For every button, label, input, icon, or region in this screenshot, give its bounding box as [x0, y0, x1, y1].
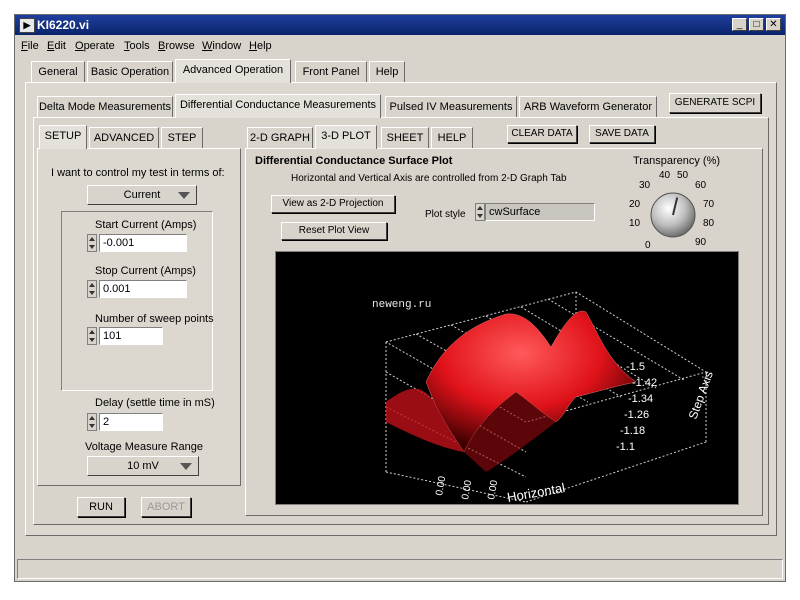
voltage-range-value: 10 mV — [127, 460, 159, 472]
control-prompt-label: I want to control my test in terms of: — [51, 167, 225, 179]
transparency-label: Transparency (%) — [633, 155, 721, 167]
main-window: ▶ KI6220.vi _ □ ✕ File Edit Operate Tool… — [14, 14, 786, 582]
chevron-down-icon — [178, 192, 190, 199]
title-bar[interactable]: ▶ KI6220.vi _ □ ✕ — [15, 15, 785, 35]
tab-3d-plot[interactable]: 3-D PLOT — [315, 125, 377, 149]
tab-arb-waveform[interactable]: ARB Waveform Generator — [519, 96, 657, 118]
plot-title: Differential Conductance Surface Plot — [255, 155, 453, 167]
window-title: KI6220.vi — [37, 18, 90, 32]
tab-delta-mode[interactable]: Delta Mode Measurements — [37, 96, 173, 118]
control-mode-select[interactable]: Current — [87, 185, 197, 205]
generate-scpi-button[interactable]: GENERATE SCPI — [669, 93, 761, 113]
delay-spinner[interactable] — [87, 413, 97, 431]
menu-bar: File Edit Operate Tools Browse Window He… — [15, 36, 785, 56]
knob-tick: 70 — [703, 199, 715, 210]
step-axis-tick: -1.18 — [620, 425, 645, 437]
knob-tick: 50 — [677, 170, 689, 181]
tab-pulsed-iv[interactable]: Pulsed IV Measurements — [385, 96, 517, 118]
sweep-points-label: Number of sweep points — [95, 313, 214, 325]
tab-advanced[interactable]: ADVANCED — [89, 127, 159, 149]
surface-plot-svg: neweng.ru -1.5 -1.42 -1.34 -1.26 -1.18 -… — [372, 291, 716, 505]
step-axis-title: Step Axis — [686, 369, 716, 421]
tab-help[interactable]: Help — [369, 61, 405, 83]
plot-style-spinner[interactable] — [475, 203, 485, 221]
menu-browse[interactable]: Browse — [158, 40, 195, 52]
save-data-button[interactable]: SAVE DATA — [589, 125, 655, 143]
tab-front-panel[interactable]: Front Panel — [295, 61, 367, 83]
tab-sheet[interactable]: SHEET — [381, 127, 429, 149]
abort-button[interactable]: ABORT — [141, 497, 191, 517]
surface-plot[interactable]: neweng.ru -1.5 -1.42 -1.34 -1.26 -1.18 -… — [275, 251, 739, 505]
step-axis-tick: -1.1 — [616, 441, 635, 453]
knob-tick: 20 — [629, 199, 641, 210]
tab-advanced-operation[interactable]: Advanced Operation — [175, 59, 291, 83]
voltage-range-select[interactable]: 10 mV — [87, 456, 199, 476]
start-current-spinner[interactable] — [87, 234, 97, 252]
knob-tick: 40 — [659, 170, 671, 181]
step-axis-tick: -1.5 — [626, 361, 645, 373]
delay-label: Delay (settle time in mS) — [95, 397, 215, 409]
menu-file[interactable]: File — [21, 40, 39, 52]
view-2d-projection-button[interactable]: View as 2-D Projection — [271, 195, 395, 213]
status-bar — [17, 559, 783, 579]
step-axis-tick: -1.26 — [624, 409, 649, 421]
start-current-label: Start Current (Amps) — [95, 219, 197, 231]
stop-current-field[interactable]: 0.001 — [99, 280, 187, 298]
tab-step[interactable]: STEP — [161, 127, 203, 149]
menu-operate[interactable]: Operate — [75, 40, 115, 52]
menu-tools[interactable]: Tools — [124, 40, 150, 52]
stop-current-spinner[interactable] — [87, 280, 97, 298]
menu-help[interactable]: Help — [249, 40, 272, 52]
maximize-button[interactable]: □ — [749, 18, 764, 31]
tab-general[interactable]: General — [31, 61, 85, 83]
plot-style-field[interactable]: cwSurface — [485, 203, 595, 221]
knob-tick: 80 — [703, 218, 715, 229]
voltage-range-label: Voltage Measure Range — [85, 441, 204, 453]
menu-edit[interactable]: Edit — [47, 40, 66, 52]
start-current-field[interactable]: -0.001 — [99, 234, 187, 252]
stop-current-label: Stop Current (Amps) — [95, 265, 196, 277]
sweep-points-spinner[interactable] — [87, 327, 97, 345]
knob-tick: 10 — [629, 218, 641, 229]
clear-data-button[interactable]: CLEAR DATA — [507, 125, 577, 143]
horizontal-axis-tick: 0.00 — [434, 475, 448, 497]
step-axis-tick: -1.42 — [632, 377, 657, 389]
tab-basic-operation[interactable]: Basic Operation — [87, 61, 173, 83]
transparency-knob[interactable] — [643, 185, 703, 245]
tab-2d-graph[interactable]: 2-D GRAPH — [247, 127, 313, 149]
tab-setup[interactable]: SETUP — [39, 125, 87, 149]
plot-style-label: Plot style — [425, 209, 466, 220]
chevron-down-icon — [180, 463, 192, 470]
minimize-button[interactable]: _ — [732, 18, 747, 31]
tab-help-plot[interactable]: HELP — [431, 127, 473, 149]
control-mode-value: Current — [123, 189, 161, 201]
sweep-points-field[interactable]: 101 — [99, 327, 163, 345]
watermark-text: neweng.ru — [372, 299, 431, 311]
reset-plot-view-button[interactable]: Reset Plot View — [281, 222, 387, 240]
tab-differential-conductance[interactable]: Differential Conductance Measurements — [175, 94, 381, 118]
horizontal-axis-title: Horizontal — [506, 480, 566, 504]
horizontal-axis-tick: 0.00 — [486, 479, 500, 501]
delay-field[interactable]: 2 — [99, 413, 163, 431]
close-button[interactable]: ✕ — [766, 18, 781, 31]
plot-subtitle: Horizontal and Vertical Axis are control… — [291, 173, 567, 184]
step-axis-tick: -1.34 — [628, 393, 653, 405]
menu-window[interactable]: Window — [202, 40, 241, 52]
run-button[interactable]: RUN — [77, 497, 125, 517]
vi-icon: ▶ — [19, 18, 35, 33]
horizontal-axis-tick: 0.00 — [460, 479, 474, 501]
